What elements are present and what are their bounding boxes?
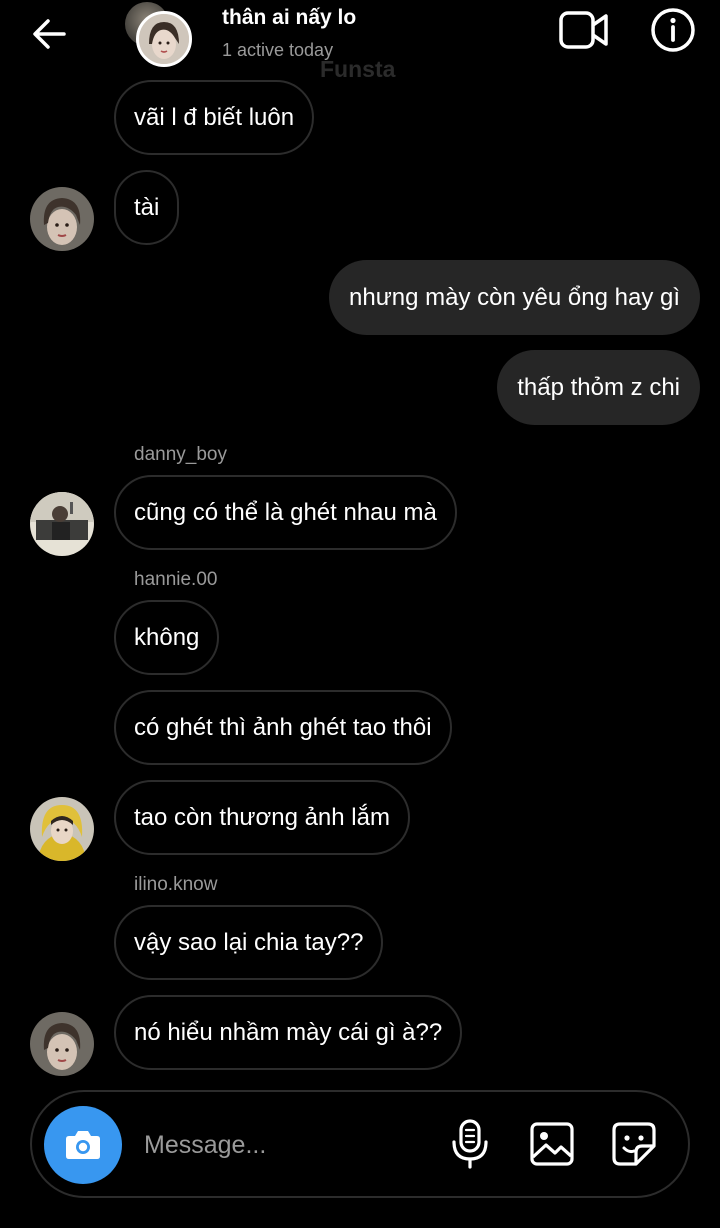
back-button[interactable]: [28, 12, 72, 56]
message-bubble[interactable]: không: [114, 600, 220, 675]
active-status: 1 active today: [222, 40, 334, 60]
avatar[interactable]: [30, 187, 94, 251]
camera-button[interactable]: [44, 1106, 122, 1184]
chat-info-button[interactable]: [650, 7, 696, 53]
message-bubble[interactable]: tài: [114, 170, 180, 245]
sender-name: ilino.know: [134, 874, 218, 895]
message-bubble[interactable]: nó hiểu nhầm mày cái gì à??: [114, 995, 463, 1070]
message-bubble-outgoing[interactable]: thấp thỏm z chi: [497, 350, 700, 425]
watermark-text: Funsta: [320, 56, 396, 82]
video-camera-icon: [559, 11, 608, 49]
chat-title[interactable]: thân ai nấy lo: [222, 6, 356, 30]
image-icon: [530, 1122, 574, 1166]
sender-name: danny_boy: [134, 444, 227, 465]
voice-message-button[interactable]: [448, 1118, 492, 1170]
group-avatar-primary[interactable]: [136, 11, 192, 67]
arrow-left-icon: [33, 19, 66, 49]
message-bubble[interactable]: tao còn thương ảnh lắm: [114, 780, 410, 855]
chat-header: thân ai nấy lo 1 active today Funsta: [0, 0, 720, 88]
avatar[interactable]: [30, 797, 94, 861]
message-bubble[interactable]: vậy sao lại chia tay??: [114, 905, 384, 980]
gallery-button[interactable]: [528, 1120, 576, 1168]
sender-name: hannie.00: [134, 569, 218, 590]
sticker-icon: [612, 1122, 656, 1166]
microphone-icon: [452, 1119, 488, 1169]
message-bubble-outgoing[interactable]: nhưng mày còn yêu ổng hay gì: [329, 260, 700, 335]
camera-icon: [66, 1131, 100, 1159]
info-icon: [651, 8, 695, 52]
avatar[interactable]: [30, 492, 94, 556]
message-bubble[interactable]: cũng có thể là ghét nhau mà: [114, 475, 457, 550]
video-call-button[interactable]: [558, 8, 610, 52]
message-input[interactable]: [144, 1122, 424, 1168]
sticker-button[interactable]: [610, 1120, 658, 1168]
message-bubble[interactable]: vãi l đ biết luôn: [114, 80, 315, 155]
message-bubble[interactable]: có ghét thì ảnh ghét tao thôi: [114, 690, 452, 765]
avatar[interactable]: [30, 1012, 94, 1076]
